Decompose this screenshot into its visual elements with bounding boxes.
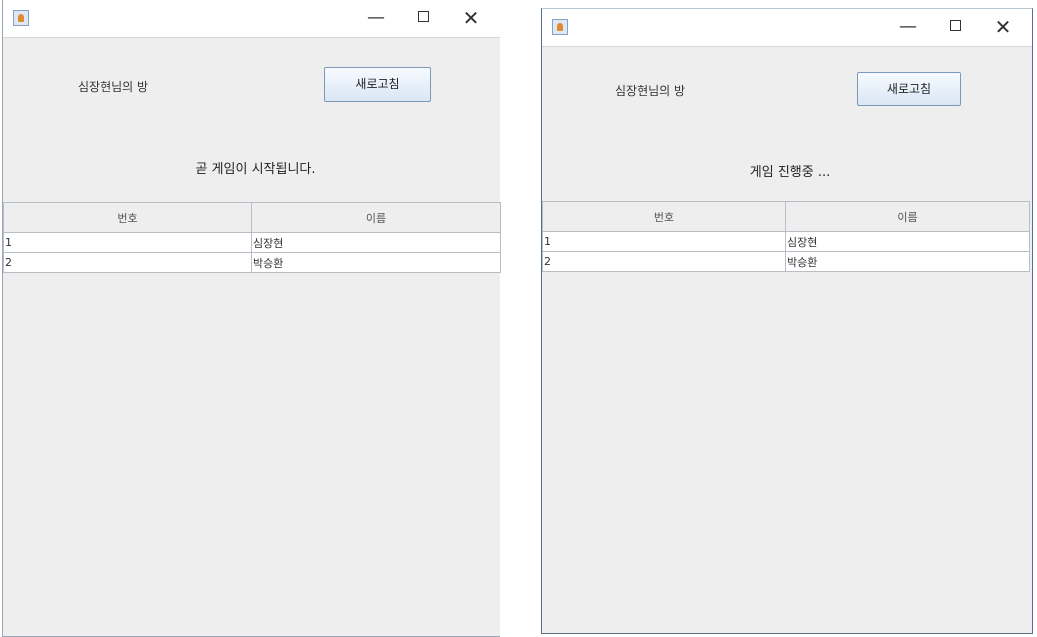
column-header-name[interactable]: 이름 (785, 201, 1030, 232)
cell-number[interactable]: 2 (542, 251, 786, 272)
table-header-row: 번호 이름 (3, 202, 501, 233)
table-row[interactable]: 2 박승환 (3, 252, 501, 273)
cell-number[interactable]: 1 (3, 232, 252, 253)
room-title: 심장현님의 방 (78, 80, 149, 94)
table-header-row: 번호 이름 (542, 201, 1030, 232)
column-header-name[interactable]: 이름 (251, 202, 501, 233)
cell-name[interactable]: 심장현 (785, 231, 1030, 252)
cell-name[interactable]: 박승환 (785, 251, 1030, 272)
table-row[interactable]: 1 심장현 (3, 232, 501, 253)
table-row[interactable]: 2 박승환 (542, 251, 1030, 272)
left-titlebar[interactable]: — ✕ (3, 0, 500, 38)
column-header-number[interactable]: 번호 (3, 202, 252, 233)
minimize-icon[interactable]: — (362, 7, 390, 29)
cell-name[interactable]: 박승환 (251, 252, 501, 273)
left-window: — ✕ 심장현님의 방 새로고침 곧 게임이 시작됩니다. 번호 이름 1 심장… (2, 0, 501, 637)
close-icon[interactable]: ✕ (989, 16, 1017, 38)
close-icon[interactable]: ✕ (457, 7, 485, 29)
table-row[interactable]: 1 심장현 (542, 231, 1030, 252)
cell-name[interactable]: 심장현 (251, 232, 501, 253)
status-message: 게임 진행중 ... (749, 165, 831, 180)
player-table: 번호 이름 1 심장현 2 박승환 (542, 201, 1030, 272)
cell-number[interactable]: 1 (542, 231, 786, 252)
status-message: 곧 게임이 시작됩니다. (195, 162, 316, 177)
room-title: 심장현님의 방 (615, 84, 686, 98)
cell-number[interactable]: 2 (3, 252, 252, 273)
right-window: — ✕ 심장현님의 방 새로고침 게임 진행중 ... 번호 이름 1 심장현 … (541, 8, 1033, 634)
refresh-button[interactable]: 새로고침 (324, 67, 431, 102)
java-app-icon[interactable] (13, 10, 29, 26)
right-titlebar[interactable]: — ✕ (542, 9, 1032, 47)
maximize-icon[interactable] (941, 16, 969, 38)
java-app-icon[interactable] (552, 19, 568, 35)
player-table: 번호 이름 1 심장현 2 박승환 (3, 202, 501, 273)
maximize-icon[interactable] (409, 7, 437, 29)
refresh-button[interactable]: 새로고침 (857, 72, 961, 106)
minimize-icon[interactable]: — (894, 16, 922, 38)
column-header-number[interactable]: 번호 (542, 201, 786, 232)
